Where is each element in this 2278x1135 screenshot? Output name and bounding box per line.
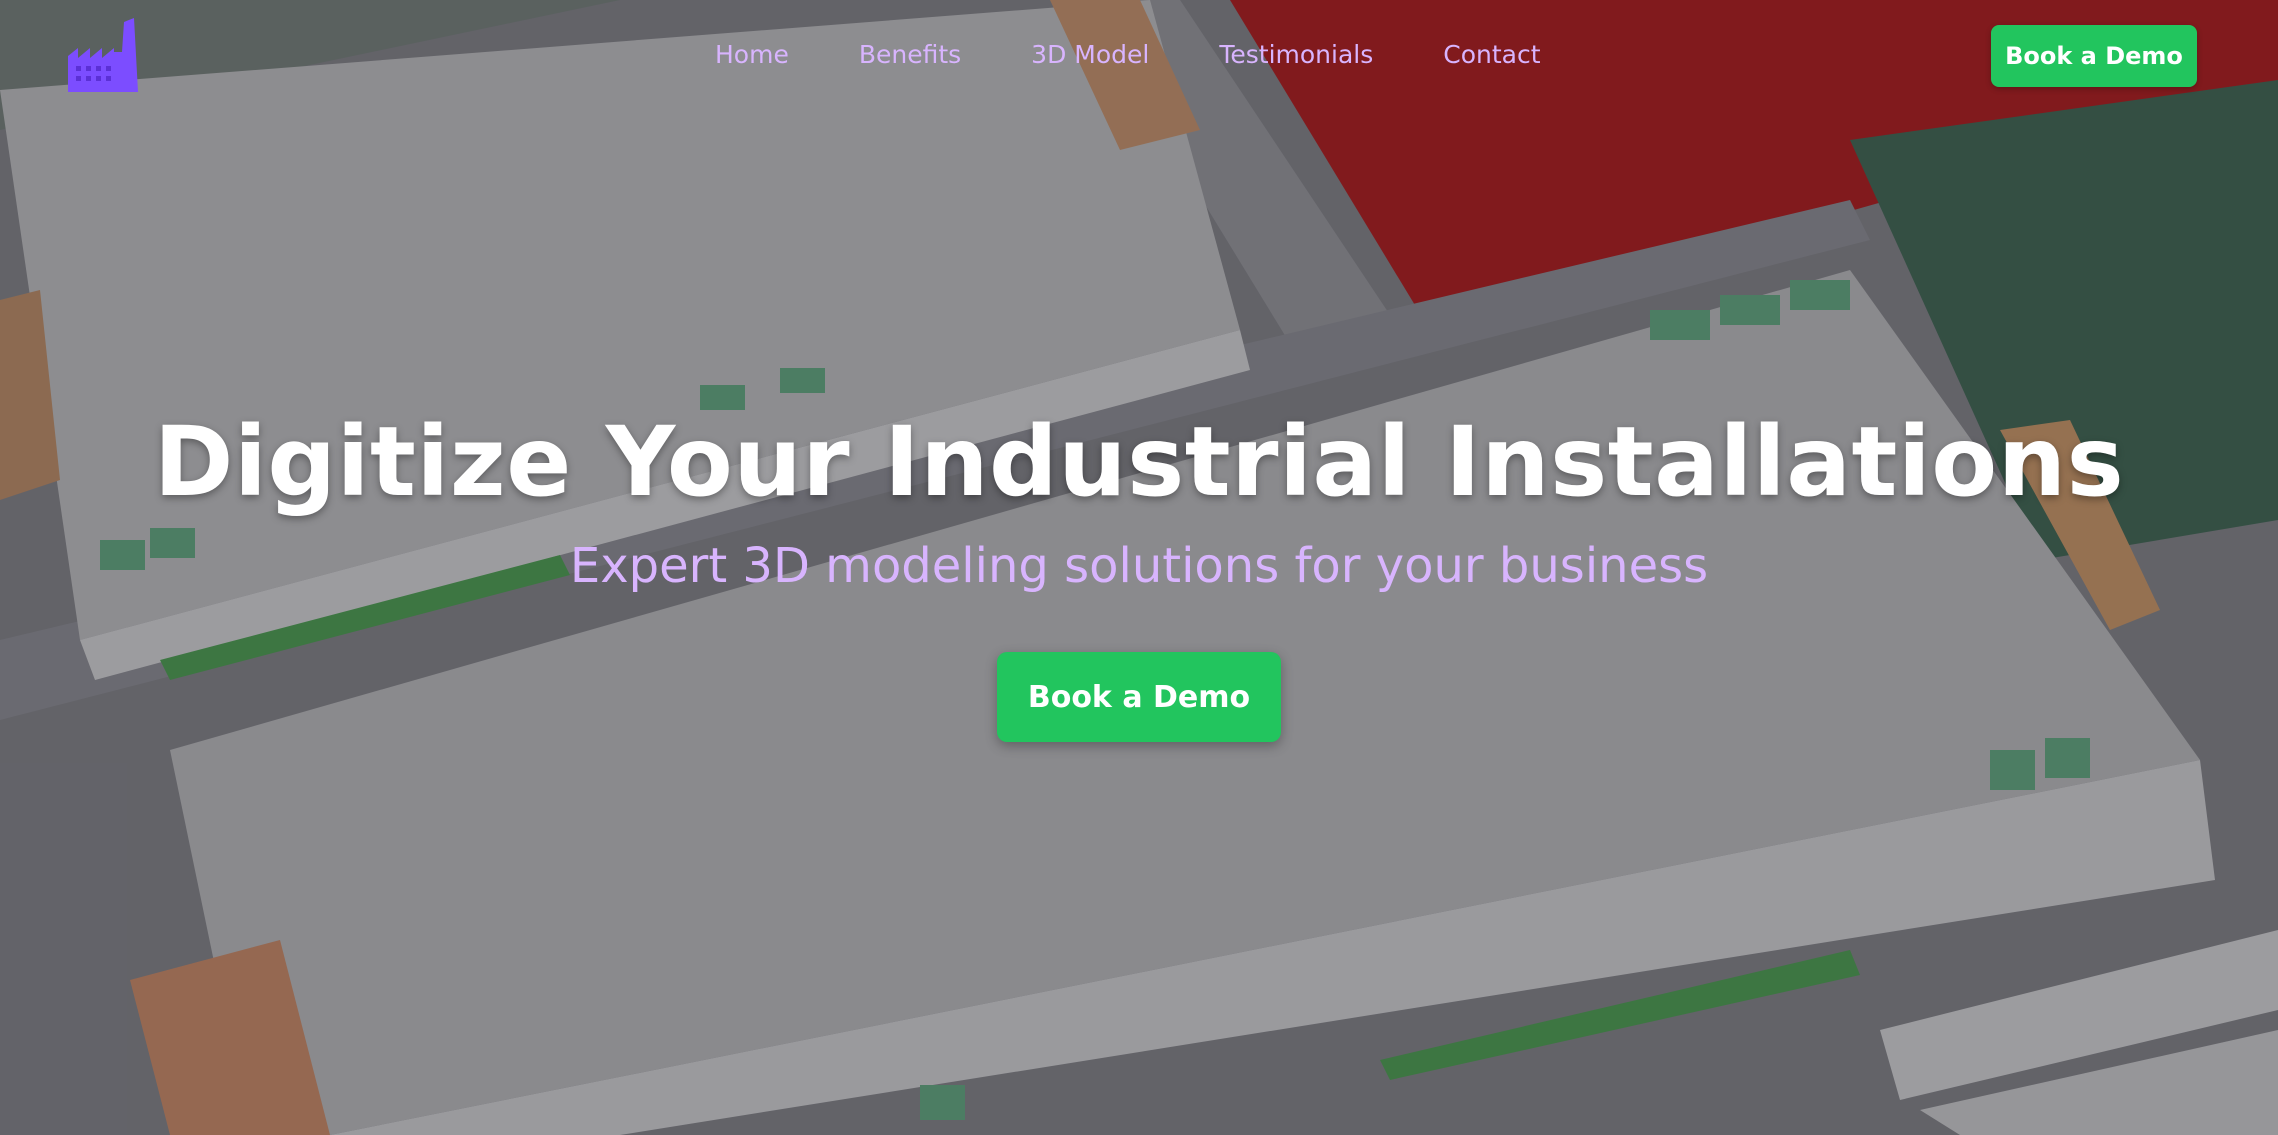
hero-section: Home Benefits 3D Model Testimonials Cont…: [0, 0, 2278, 1135]
nav-links: Home Benefits 3D Model Testimonials Cont…: [715, 40, 1541, 69]
nav-link-3d-model[interactable]: 3D Model: [1031, 40, 1149, 69]
top-navbar: Home Benefits 3D Model Testimonials Cont…: [0, 0, 2278, 112]
hero-title: Digitize Your Industrial Installations: [153, 406, 2125, 518]
nav-link-benefits[interactable]: Benefits: [859, 40, 961, 69]
factory-icon[interactable]: [66, 18, 140, 92]
nav-link-testimonials[interactable]: Testimonials: [1219, 40, 1373, 69]
nav-link-home[interactable]: Home: [715, 40, 789, 69]
hero-content: Digitize Your Industrial Installations E…: [0, 404, 2278, 742]
nav-book-demo-button[interactable]: Book a Demo: [1991, 25, 2197, 87]
hero-book-demo-button[interactable]: Book a Demo: [997, 652, 1281, 742]
nav-link-contact[interactable]: Contact: [1443, 40, 1540, 69]
hero-subtitle: Expert 3D modeling solutions for your bu…: [569, 538, 1709, 594]
